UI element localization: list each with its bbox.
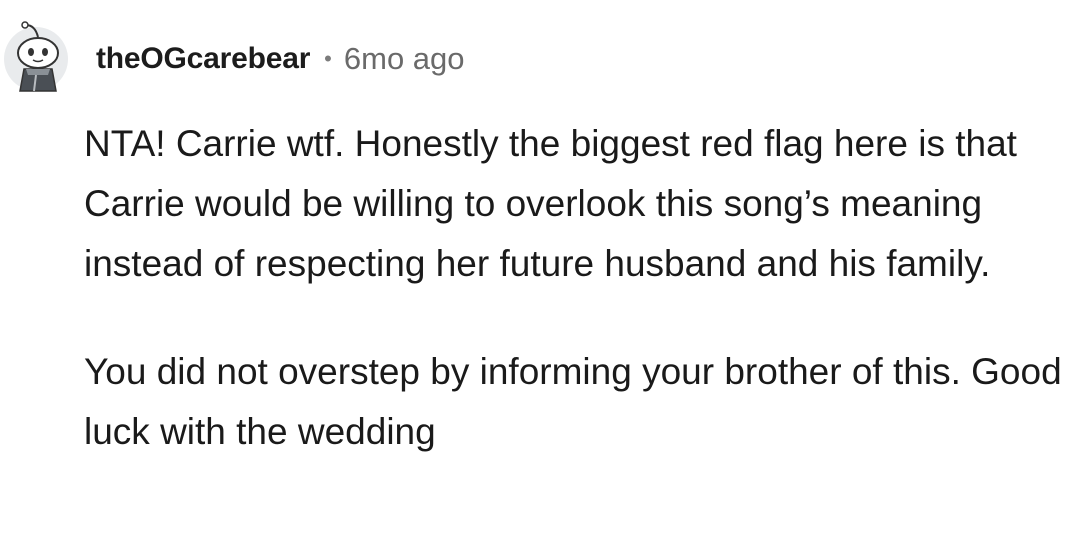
comment-paragraph: NTA! Carrie wtf. Honestly the biggest re… [84, 123, 1017, 284]
user-avatar[interactable] [4, 21, 68, 92]
comment: theOGcarebear • 6mo ago NTA! Carrie wtf.… [0, 0, 1079, 552]
snoo-avatar-icon [17, 21, 59, 92]
comment-paragraph: You did not overstep by informing your b… [84, 351, 1062, 452]
username[interactable]: theOGcarebear [96, 42, 310, 76]
separator-dot: • [324, 46, 332, 71]
timestamp: 6mo ago [343, 41, 465, 76]
comment-header: theOGcarebear • 6mo ago [4, 21, 465, 94]
comment-body: NTA! Carrie wtf. Honestly the biggest re… [84, 114, 1069, 510]
